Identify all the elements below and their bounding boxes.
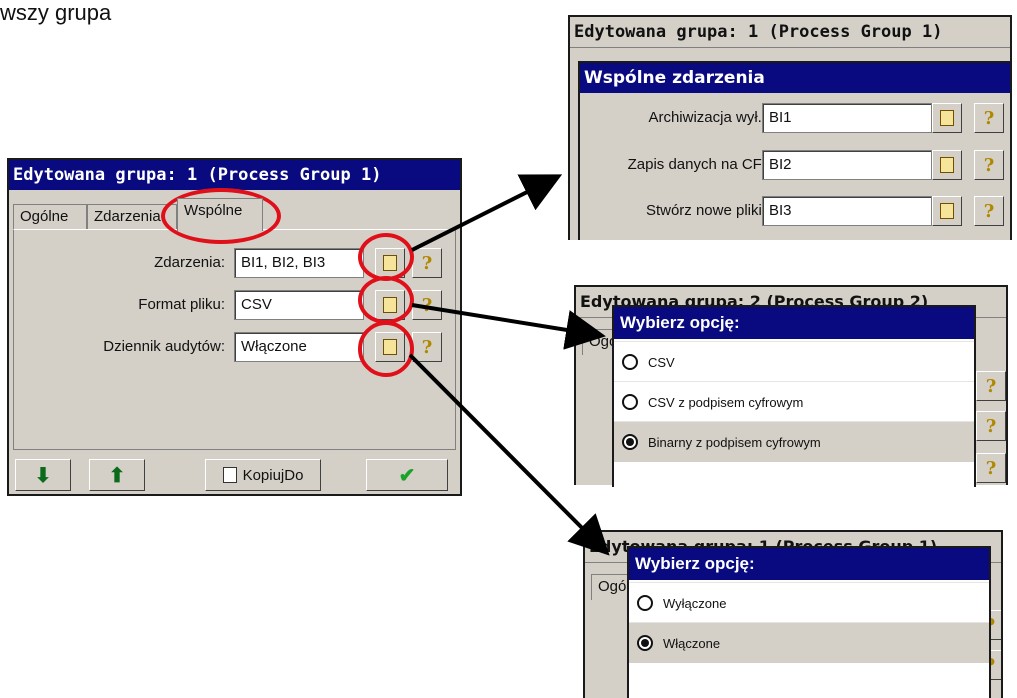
- callout-arrows: [408, 174, 610, 556]
- arrow-to-format: [411, 303, 606, 350]
- tab-common[interactable]: Wspólne: [177, 198, 263, 231]
- arrow-to-events: [411, 174, 563, 252]
- arrow-to-audit: [408, 353, 610, 556]
